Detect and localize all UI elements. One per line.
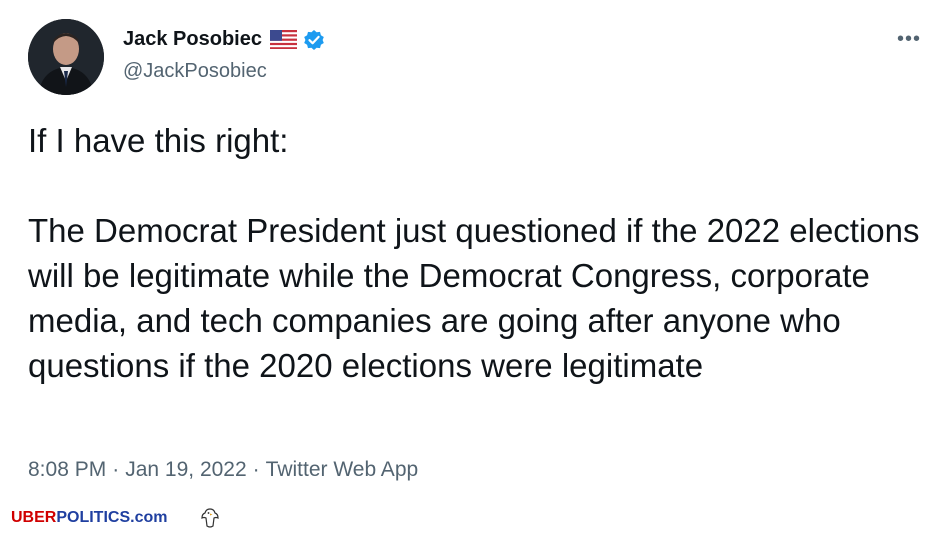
tweet-card: Jack Posobiec @JackPosobiec ••• If I hav… (0, 0, 940, 505)
meta-separator: · (252, 458, 260, 481)
tweet-time[interactable]: 8:08 PM (28, 458, 106, 482)
watermark-uber: UBER (11, 509, 57, 526)
tweet-date[interactable]: Jan 19, 2022 (125, 458, 246, 482)
verified-badge-icon (303, 29, 325, 51)
watermark-bar: UBERPOLITICS.com (0, 505, 940, 531)
tweet-text: If I have this right: The Democrat Presi… (28, 122, 920, 384)
tweet-source[interactable]: Twitter Web App (266, 458, 419, 482)
us-flag-icon (269, 30, 297, 49)
author-handle[interactable]: @JackPosobiec (123, 60, 267, 83)
more-options-button[interactable]: ••• (895, 25, 923, 53)
watermark-politics: POLITICS.com (56, 509, 168, 526)
avatar[interactable] (28, 19, 104, 95)
meta-separator: · (112, 458, 120, 481)
author-display-name[interactable]: Jack Posobiec (123, 28, 262, 51)
tweet-meta: 8:08 PM · Jan 19, 2022 · Twitter Web App (28, 458, 418, 482)
more-icon: ••• (896, 27, 921, 50)
author-name-row: Jack Posobiec (123, 28, 325, 51)
eagle-icon (198, 506, 222, 530)
watermark: UBERPOLITICS.com (11, 509, 167, 527)
